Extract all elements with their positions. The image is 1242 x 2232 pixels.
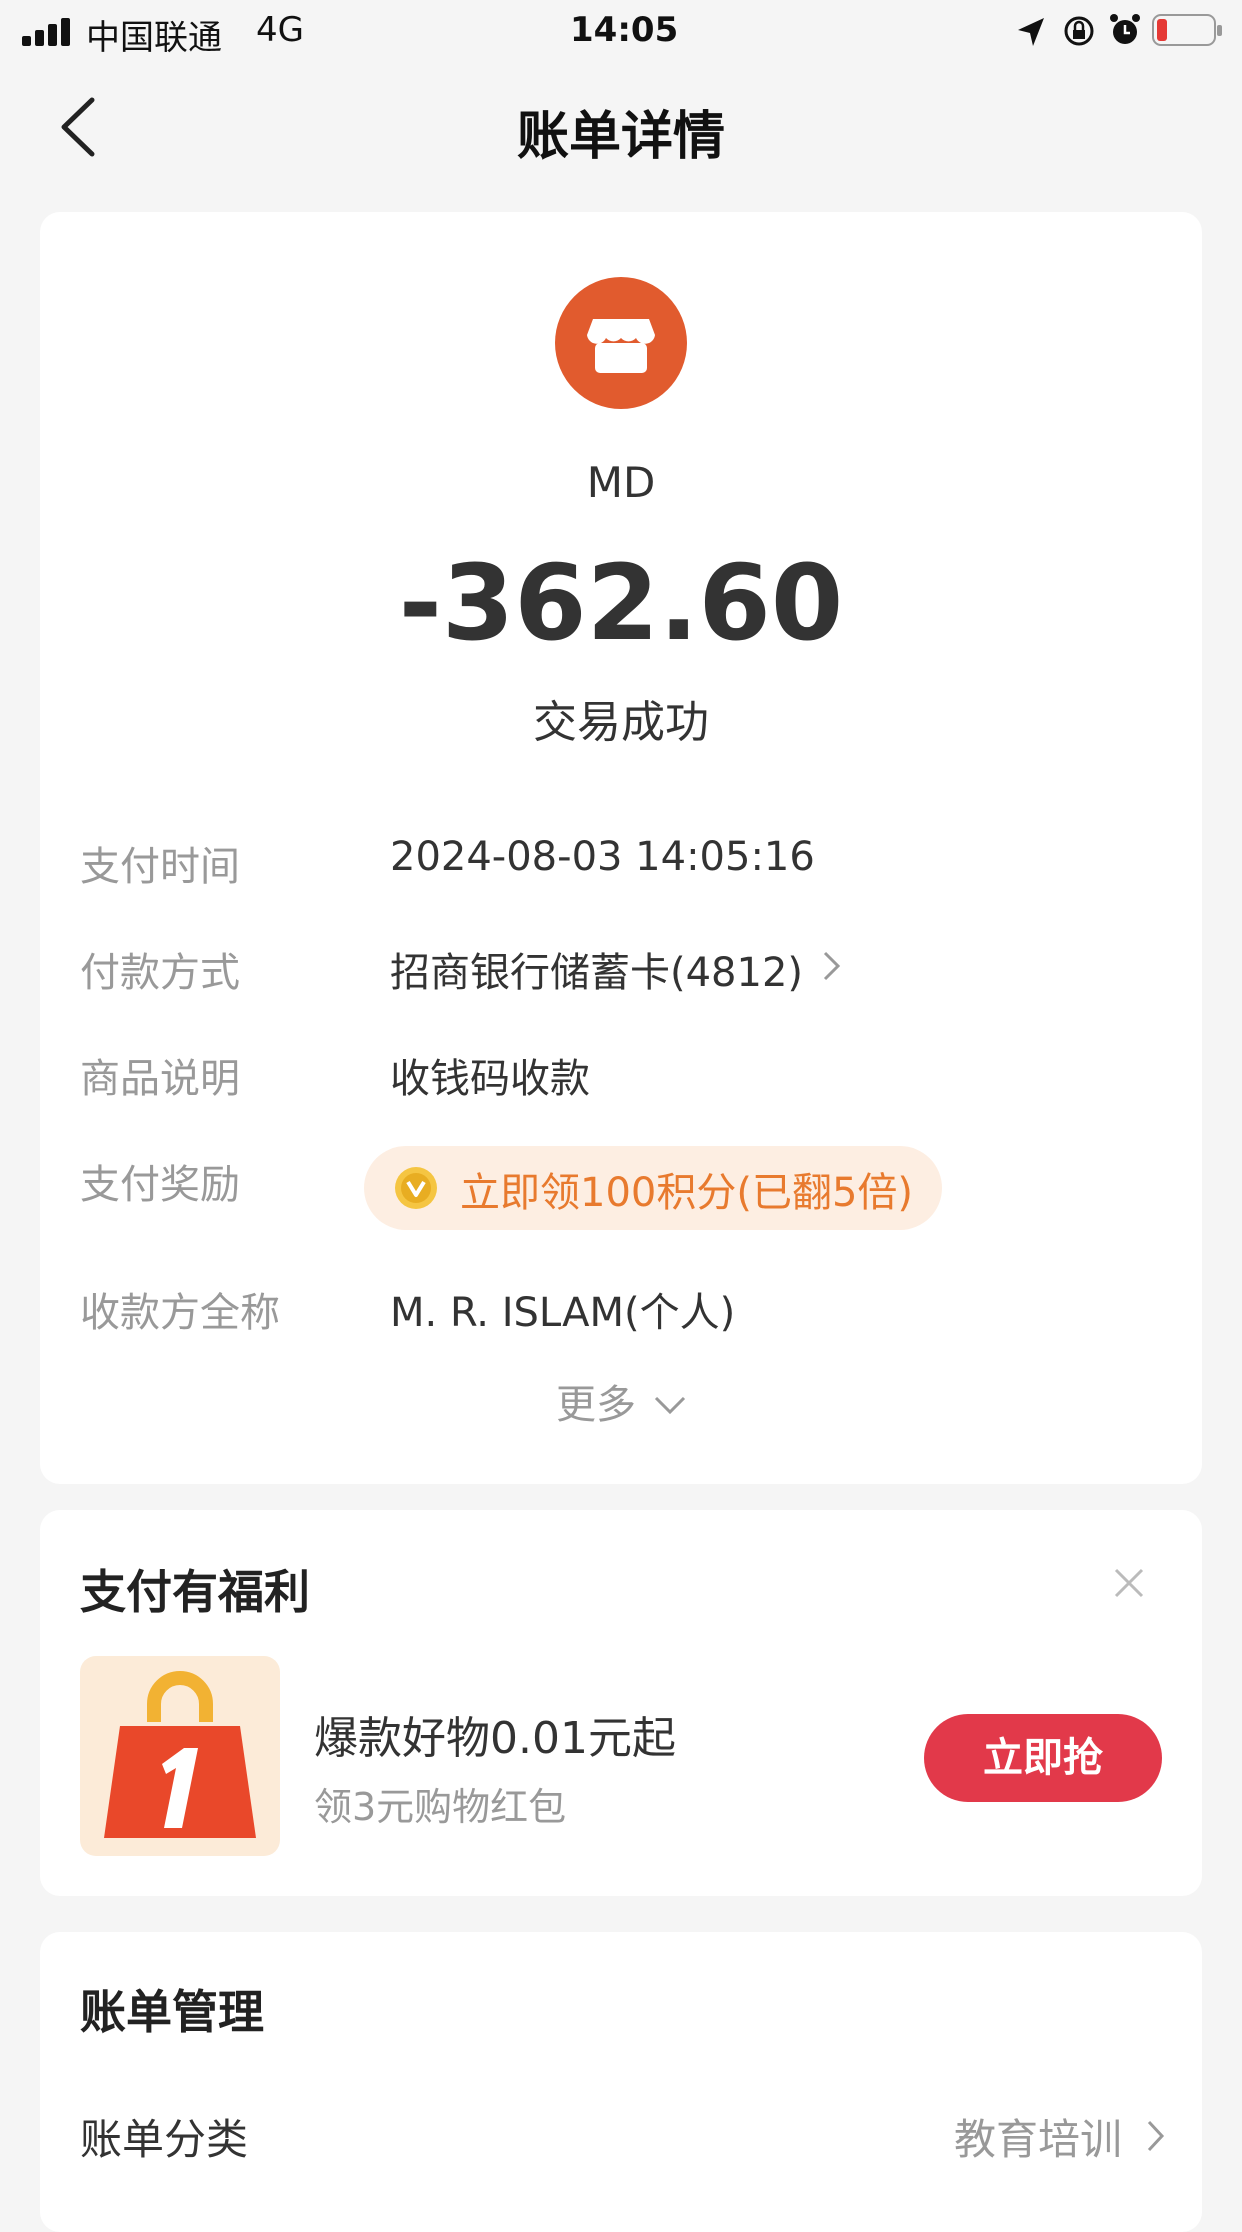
bill-management-title: 账单管理 bbox=[80, 1985, 264, 2039]
grab-now-button[interactable]: 立即抢 bbox=[924, 1714, 1162, 1802]
orientation-lock-icon bbox=[1064, 16, 1094, 46]
merchant-avatar bbox=[555, 277, 687, 409]
pay-method-value: 招商银行储蓄卡(4812) bbox=[390, 950, 804, 996]
clock: 14:05 bbox=[570, 10, 679, 50]
more-button[interactable]: 更多 bbox=[540, 1370, 710, 1430]
carrier-label: 中国联通 bbox=[86, 18, 222, 58]
payee-label: 收款方全称 bbox=[80, 1290, 280, 1336]
page-title: 账单详情 bbox=[516, 107, 725, 167]
signal-icon bbox=[22, 18, 74, 46]
reward-label: 支付奖励 bbox=[80, 1162, 240, 1208]
bill-category-label: 账单分类 bbox=[80, 2115, 249, 2164]
transaction-status: 交易成功 bbox=[533, 697, 709, 748]
coin-icon bbox=[395, 1167, 437, 1209]
pay-method-link[interactable]: 招商银行储蓄卡(4812) bbox=[390, 932, 870, 996]
chevron-right-icon bbox=[823, 951, 841, 981]
payee-value: M. R. ISLAM(个人) bbox=[390, 1290, 736, 1336]
store-icon bbox=[587, 319, 655, 373]
benefit-title: 支付有福利 bbox=[80, 1565, 310, 1619]
pay-time-value: 2024-08-03 14:05:16 bbox=[390, 834, 815, 880]
chevron-right-icon bbox=[1147, 2120, 1165, 2152]
promo-image bbox=[80, 1656, 280, 1856]
amount: -362.60 bbox=[398, 542, 844, 664]
close-icon[interactable] bbox=[1112, 1566, 1146, 1600]
shopping-bag-icon bbox=[104, 1671, 256, 1838]
pay-time-label: 支付时间 bbox=[80, 844, 240, 890]
promo-title: 爆款好物0.01元起 bbox=[314, 1713, 676, 1764]
more-label: 更多 bbox=[556, 1382, 636, 1428]
merchant-name: MD bbox=[586, 458, 656, 507]
network-label: 4G bbox=[256, 10, 304, 50]
pay-method-label: 付款方式 bbox=[80, 950, 240, 996]
chevron-down-icon bbox=[654, 1396, 686, 1415]
location-icon bbox=[1018, 18, 1044, 46]
reward-value: 立即领100积分(已翻5倍) bbox=[460, 1170, 914, 1216]
bill-category-value: 教育培训 bbox=[954, 2115, 1123, 2164]
bill-category-row[interactable]: 账单分类 教育培训 bbox=[40, 2092, 1202, 2182]
item-label: 商品说明 bbox=[80, 1056, 240, 1102]
alarm-icon bbox=[1110, 14, 1140, 44]
status-bar: 中国联通 4G 14:05 bbox=[0, 0, 1242, 62]
battery-icon bbox=[1152, 14, 1222, 46]
item-value: 收钱码收款 bbox=[390, 1056, 590, 1102]
promo-subtitle: 领3元购物红包 bbox=[314, 1785, 567, 1829]
